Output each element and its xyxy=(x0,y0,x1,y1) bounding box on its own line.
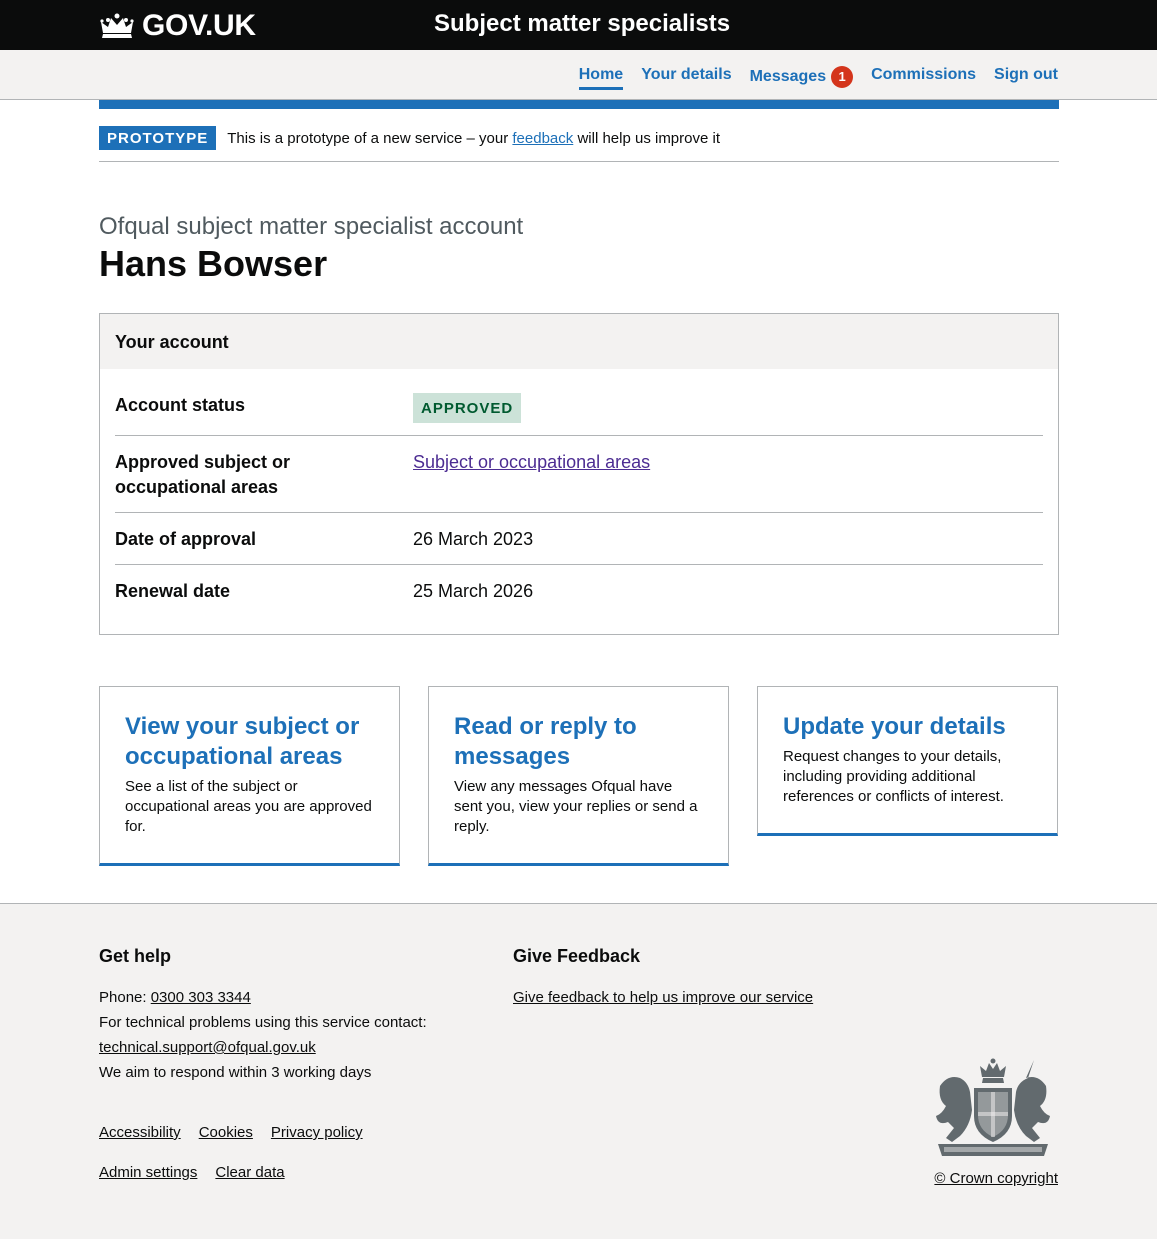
nav-sign-out[interactable]: Sign out xyxy=(994,66,1058,87)
card-messages-description: View any messages Ofqual have sent you, … xyxy=(454,778,698,835)
blue-strip xyxy=(99,100,1059,109)
nav-commissions[interactable]: Commissions xyxy=(871,66,976,87)
approval-date-key: Date of approval xyxy=(115,529,257,549)
areas-link[interactable]: Subject or occupational areas xyxy=(413,452,650,472)
renewal-date-key: Renewal date xyxy=(115,581,231,601)
footer-links-row-1: Accessibility Cookies Privacy policy xyxy=(99,1124,363,1141)
footer-link-accessibility[interactable]: Accessibility xyxy=(99,1124,181,1141)
approval-date-value: 26 March 2023 xyxy=(413,529,534,549)
footer-feedback: Give Feedback Give feedback to help us i… xyxy=(513,946,813,1010)
footer-link-cookies[interactable]: Cookies xyxy=(199,1124,253,1141)
footer-email-link[interactable]: technical.support@ofqual.gov.uk xyxy=(99,1039,316,1056)
areas-value: Subject or occupational areas xyxy=(413,450,1043,500)
page-title: Hans Bowser xyxy=(99,243,328,284)
service-name[interactable]: Subject matter specialists xyxy=(434,10,730,38)
govuk-logo-link[interactable]: GOV.UK xyxy=(99,9,256,43)
royal-coat-of-arms-icon xyxy=(936,1058,1050,1156)
renewal-date-value: 25 March 2026 xyxy=(413,581,534,601)
main-container: PROTOTYPE This is a prototype of a new s… xyxy=(99,100,1059,866)
card-view-areas-link[interactable]: View your subject or occupational areas xyxy=(125,712,374,772)
footer-help: Get help Phone: 0300 303 3344 For techni… xyxy=(99,946,427,1085)
areas-key: Approved subject or occupational areas xyxy=(115,452,291,497)
status-value: APPROVED xyxy=(413,393,1043,423)
messages-count-badge: 1 xyxy=(831,66,854,88)
card-view-areas-description: See a list of the subject or occupationa… xyxy=(125,778,372,835)
footer-link-clear-data[interactable]: Clear data xyxy=(215,1164,284,1181)
card-messages: Read or reply to messages View any messa… xyxy=(428,686,729,866)
card-view-areas: View your subject or occupational areas … xyxy=(99,686,400,866)
phase-text-before: This is a prototype of a new service – y… xyxy=(227,129,513,147)
footer-help-heading: Get help xyxy=(99,946,172,966)
nav-home[interactable]: Home xyxy=(578,66,624,90)
feedback-link[interactable]: feedback xyxy=(512,130,573,147)
account-summary-card: Your account Account status APPROVED App… xyxy=(99,313,1059,635)
footer-links-row-2: Admin settings Clear data xyxy=(99,1164,285,1181)
summary-row-renewal-date: Renewal date 25 March 2026 xyxy=(115,565,1043,616)
primary-nav: Home Your details Messages 1 Commissions … xyxy=(578,66,1058,91)
summary-row-areas: Approved subject or occupational areas S… xyxy=(115,436,1043,513)
nav-bar: Home Your details Messages 1 Commissions … xyxy=(0,50,1157,100)
nav-home-label: Home xyxy=(578,66,624,83)
nav-messages[interactable]: Messages 1 xyxy=(750,66,854,91)
crown-copyright-link[interactable]: © Crown copyright xyxy=(934,1170,1058,1187)
gov-header: GOV.UK Subject matter specialists xyxy=(0,0,1157,50)
phase-tag: PROTOTYPE xyxy=(99,126,217,150)
footer: Get help Phone: 0300 303 3344 For techni… xyxy=(0,903,1157,1239)
card-messages-link[interactable]: Read or reply to messages xyxy=(454,712,703,772)
footer-respond-text: We aim to respond within 3 working days xyxy=(99,1064,372,1081)
page-caption: Ofqual subject matter specialist account xyxy=(99,213,524,240)
status-key: Account status xyxy=(115,395,246,415)
govuk-logo-text: GOV.UK xyxy=(142,9,256,42)
card-update-details: Update your details Request changes to y… xyxy=(757,686,1058,836)
account-card-body: Account status APPROVED Approved subject… xyxy=(100,369,1058,634)
nav-your-details-label: Your details xyxy=(641,66,732,83)
phase-banner: PROTOTYPE This is a prototype of a new s… xyxy=(99,109,1059,162)
footer-phone-label: Phone: xyxy=(99,989,151,1006)
account-card-heading: Your account xyxy=(100,314,1058,369)
nav-sign-out-label: Sign out xyxy=(994,66,1058,83)
footer-tech-text: For technical problems using this servic… xyxy=(99,1014,427,1031)
phase-text-after: will help us improve it xyxy=(573,129,720,147)
footer-link-admin-settings[interactable]: Admin settings xyxy=(99,1164,197,1181)
nav-your-details[interactable]: Your details xyxy=(641,66,731,87)
card-update-details-link[interactable]: Update your details xyxy=(783,712,1032,742)
crown-icon xyxy=(100,13,134,38)
phase-text: This is a prototype of a new service – y… xyxy=(227,130,720,147)
footer-feedback-heading: Give Feedback xyxy=(513,946,641,966)
nav-commissions-label: Commissions xyxy=(871,66,977,83)
nav-messages-label: Messages xyxy=(749,68,827,85)
card-update-details-description: Request changes to your details, includi… xyxy=(783,748,1004,805)
status-badge: APPROVED xyxy=(413,393,522,423)
summary-row-status: Account status APPROVED xyxy=(115,379,1043,436)
action-cards: View your subject or occupational areas … xyxy=(99,686,1059,866)
footer-feedback-link[interactable]: Give feedback to help us improve our ser… xyxy=(513,989,813,1006)
footer-link-privacy[interactable]: Privacy policy xyxy=(271,1124,363,1141)
footer-phone: Phone: 0300 303 3344 xyxy=(99,985,427,1010)
summary-row-approval-date: Date of approval 26 March 2023 xyxy=(115,513,1043,565)
footer-phone-link[interactable]: 0300 303 3344 xyxy=(151,989,251,1006)
